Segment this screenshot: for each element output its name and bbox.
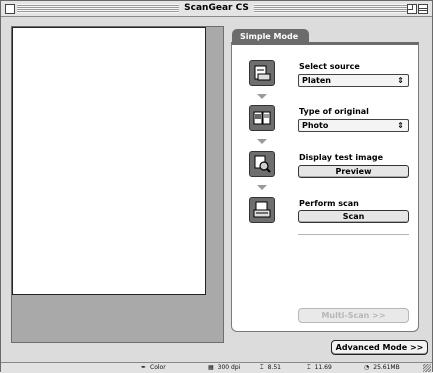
source-select[interactable]: Platen ⇕ [298, 74, 409, 87]
close-box-icon[interactable] [5, 4, 15, 14]
scan-button[interactable]: Scan [298, 210, 409, 223]
file-size-icon: ◔ [364, 364, 370, 371]
step-label-perform-scan: Perform scan [299, 199, 359, 208]
status-color: ✒ Color [141, 363, 166, 372]
updown-arrows-icon: ⇕ [397, 76, 404, 85]
title-bar[interactable]: ScanGear CS [1, 1, 432, 17]
color-mode-icon: ✒ [141, 364, 147, 371]
step-label-display-test-image: Display test image [299, 153, 384, 162]
status-width-text: 8.51 [267, 364, 281, 371]
step-label-select-source: Select source [299, 62, 360, 71]
down-arrow-icon [257, 139, 267, 144]
resize-grip-icon[interactable] [423, 364, 431, 372]
original-type-select[interactable]: Photo ⇕ [298, 119, 409, 132]
multi-scan-button[interactable]: Multi-Scan >> [298, 308, 409, 323]
resolution-grid-icon: ▦ [208, 364, 214, 371]
preview-image[interactable] [12, 27, 206, 295]
updown-arrows-icon: ⇕ [397, 121, 404, 130]
status-height: ⌶ 11.69 [307, 363, 332, 372]
window-title: ScanGear CS [179, 3, 254, 13]
scan-document-icon [249, 197, 275, 223]
original-type-value: Photo [302, 121, 329, 130]
status-resolution: ▦ 300 dpi [208, 363, 240, 372]
scanner-platen-icon [249, 60, 275, 86]
advanced-mode-button[interactable]: Advanced Mode >> [331, 340, 428, 355]
status-file-size: ◔ 25.61MB [364, 363, 400, 372]
status-resolution-text: 300 dpi [217, 364, 241, 371]
status-file-size-text: 25.61MB [373, 364, 400, 371]
source-select-value: Platen [302, 76, 331, 85]
width-icon: ⌶ [260, 364, 264, 371]
down-arrow-icon [257, 94, 267, 99]
zoom-box-icon[interactable] [407, 4, 417, 14]
scangear-window: ScanGear CS Simple Mode Select source Pl… [0, 0, 433, 373]
status-bar: ✒ Color ▦ 300 dpi ⌶ 8.51 ⌶ 11.69 ◔ 25.61MB [1, 362, 432, 373]
status-width: ⌶ 8.51 [260, 363, 281, 372]
divider [298, 234, 409, 235]
status-color-text: Color [150, 364, 166, 371]
step-label-type-of-original: Type of original [299, 107, 369, 116]
photo-original-icon [249, 105, 275, 131]
magnifier-preview-icon [249, 151, 275, 177]
preview-button[interactable]: Preview [298, 165, 409, 178]
status-height-text: 11.69 [314, 364, 332, 371]
collapse-box-icon[interactable] [418, 4, 428, 14]
down-arrow-icon [257, 185, 267, 190]
height-icon: ⌶ [307, 364, 311, 371]
